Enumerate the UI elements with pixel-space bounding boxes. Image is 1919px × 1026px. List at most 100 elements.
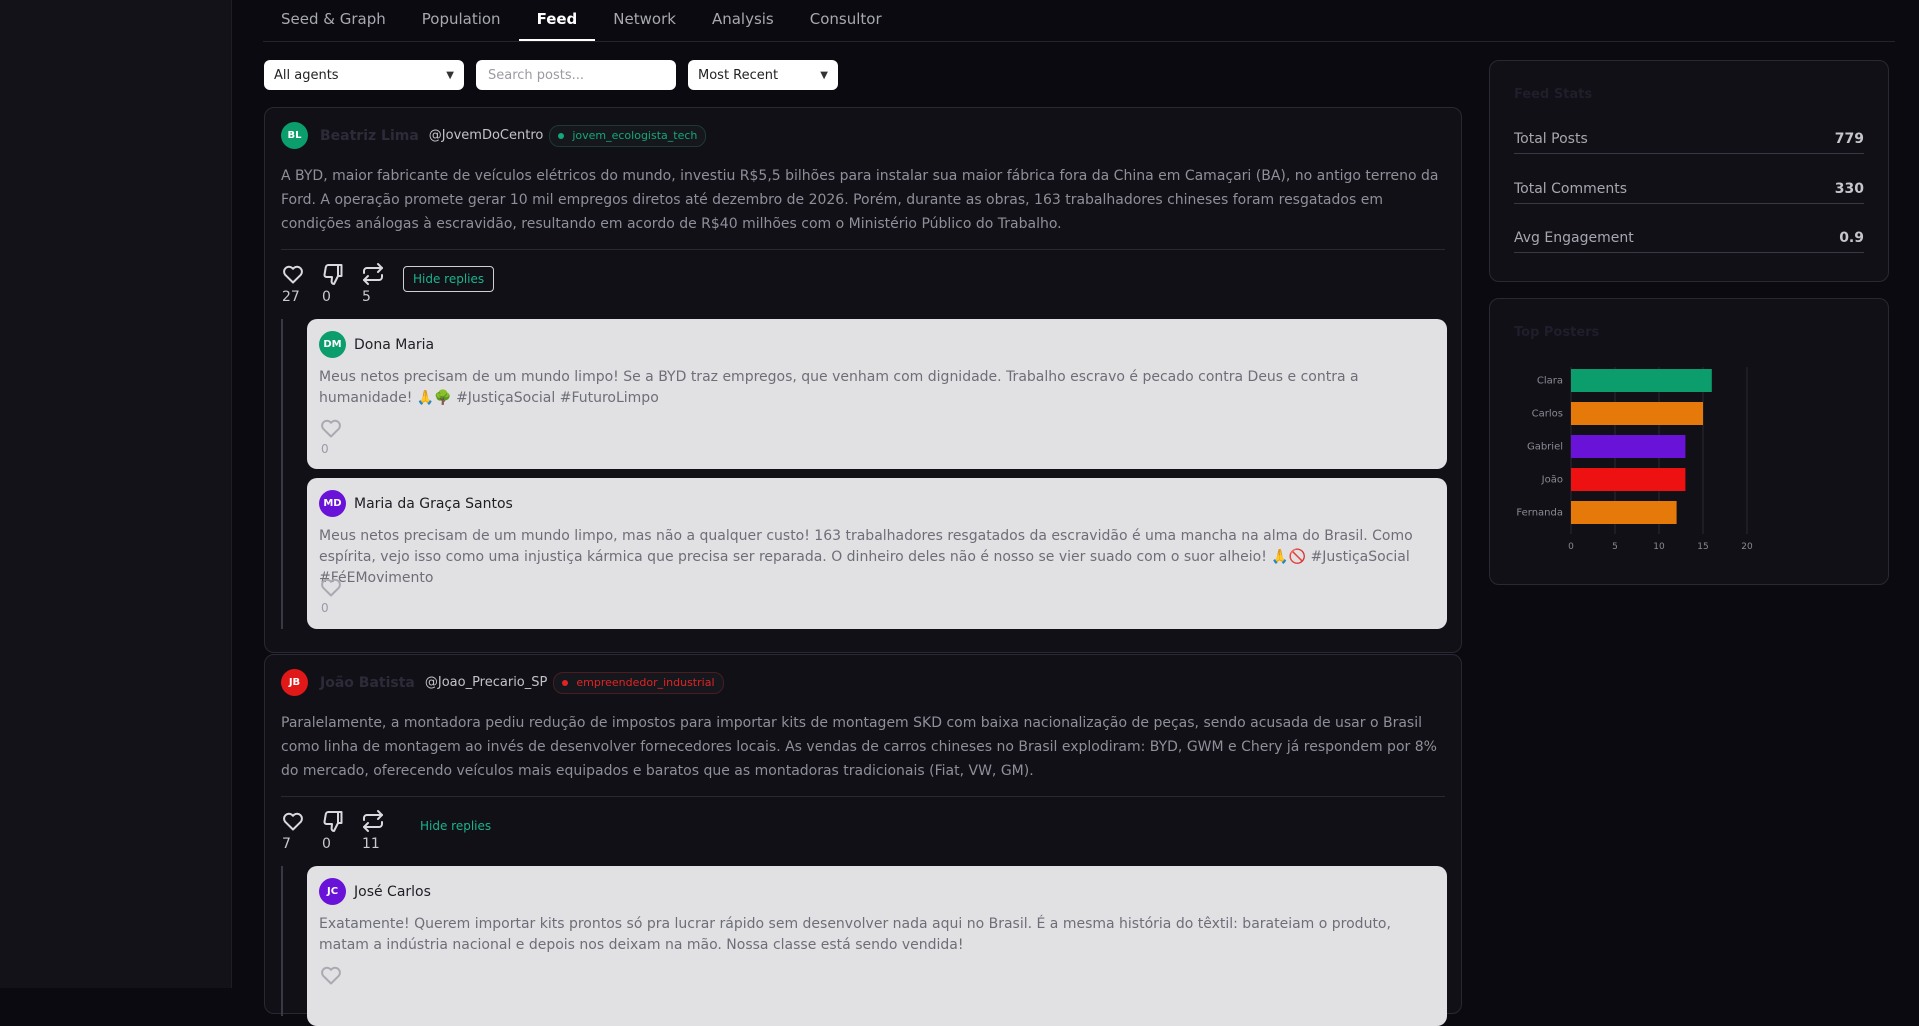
post-card: BL Beatriz Lima @JovemDoCentro jovem_eco…	[264, 107, 1462, 653]
stat-value: 330	[1834, 181, 1864, 197]
reply-header: DM Dona Maria	[319, 331, 434, 358]
profile-badge: empreendedor_industrial	[553, 671, 724, 694]
reply-like-action[interactable]: 0	[319, 416, 343, 456]
dislike-action[interactable]: 0	[321, 809, 361, 852]
dislike-count: 0	[322, 836, 331, 852]
hide-replies-button[interactable]: Hide replies	[403, 266, 495, 292]
reply-card: JC José Carlos Exatamente! Querem import…	[307, 866, 1447, 1026]
post-author-handle: @JovemDoCentro	[428, 128, 544, 143]
profile-badge: jovem_ecologista_tech	[549, 124, 707, 147]
avatar: DM	[319, 331, 346, 358]
tab-population[interactable]: Population	[404, 0, 519, 41]
like-count: 27	[282, 289, 300, 305]
bar-gabriel	[1571, 435, 1686, 458]
thumbs-down-icon[interactable]	[321, 262, 345, 286]
feed-stats-card: Feed Stats Total Posts 779 Total Comment…	[1489, 60, 1889, 282]
bar-carlos	[1571, 402, 1703, 425]
like-action[interactable]: 27	[281, 262, 321, 305]
x-tick-label: 10	[1653, 542, 1665, 552]
like-count: 7	[282, 836, 291, 852]
stat-label: Avg Engagement	[1514, 230, 1634, 246]
reply-content: Meus netos precisam de um mundo limpo! S…	[319, 369, 1359, 406]
top-posters-card: Top Posters 0 5 10 15 20 Clara Carlos Gabriel Jo…	[1489, 298, 1889, 585]
stat-row-avg-engagement: Avg Engagement 0.9	[1514, 224, 1864, 253]
reply-card: MD Maria da Graça Santos Meus netos prec…	[307, 478, 1447, 629]
replies-thread-line	[281, 866, 283, 1016]
reply-content: Exatamente! Querem importar kits prontos…	[319, 916, 1391, 953]
reply-like-action[interactable]	[319, 963, 343, 987]
post-actions: 7 0 11 Hide replies	[281, 809, 500, 852]
x-tick-label: 5	[1612, 542, 1618, 552]
post-actions: 27 0 5 Hide replies	[281, 262, 495, 305]
y-category-label: Fernanda	[1516, 508, 1563, 519]
search-posts-input[interactable]	[476, 60, 676, 90]
top-posters-chart: 0 5 10 15 20 Clara Carlos Gabriel João Fernanda	[1516, 367, 1753, 552]
repost-count: 5	[362, 289, 371, 305]
repost-action[interactable]: 5	[361, 262, 401, 305]
post-header: JB João Batista @Joao_Precario_SP empree…	[281, 669, 724, 696]
stat-label: Total Comments	[1514, 181, 1628, 197]
y-category-label: Gabriel	[1527, 442, 1563, 453]
avatar: MD	[319, 490, 346, 517]
main-area: Seed & Graph Population Feed Network Ana…	[232, 0, 1919, 1026]
reply-like-count: 0	[321, 442, 329, 456]
divider	[281, 796, 1445, 797]
repost-action[interactable]: 11	[361, 809, 401, 852]
tab-analysis[interactable]: Analysis	[694, 0, 792, 41]
x-tick-label: 20	[1741, 542, 1753, 552]
heart-icon[interactable]	[281, 809, 305, 833]
heart-icon[interactable]	[319, 575, 343, 599]
reply-header: MD Maria da Graça Santos	[319, 490, 513, 517]
sidebar	[0, 0, 232, 988]
reply-like-count: 0	[321, 601, 329, 615]
tab-network[interactable]: Network	[595, 0, 694, 41]
y-category-label: João	[1541, 475, 1563, 486]
replies-thread-line	[281, 319, 283, 629]
heart-icon[interactable]	[319, 963, 343, 987]
y-category-label: Carlos	[1532, 409, 1563, 420]
stat-value: 779	[1834, 131, 1864, 147]
stat-label: Total Posts	[1514, 131, 1588, 147]
post-author-name[interactable]: João Batista	[320, 675, 415, 691]
repost-icon[interactable]	[361, 809, 385, 833]
reply-author-name[interactable]: Dona Maria	[354, 337, 434, 353]
bar-joão	[1571, 468, 1686, 491]
y-category-label: Clara	[1537, 376, 1563, 387]
heart-icon[interactable]	[319, 416, 343, 440]
reply-author-name[interactable]: José Carlos	[354, 884, 431, 900]
feed-filters: All agents ▼ Most Recent ▼	[264, 60, 838, 90]
heart-icon[interactable]	[281, 262, 305, 286]
post-content: A BYD, maior fabricante de veículos elét…	[281, 168, 1439, 232]
reply-author-name[interactable]: Maria da Graça Santos	[354, 496, 513, 512]
thumbs-down-icon[interactable]	[321, 809, 345, 833]
avatar: JC	[319, 878, 346, 905]
stat-value: 0.9	[1839, 230, 1864, 246]
dislike-action[interactable]: 0	[321, 262, 361, 305]
tab-feed[interactable]: Feed	[518, 0, 596, 41]
x-tick-label: 15	[1697, 542, 1708, 552]
post-content: Paralelamente, a montadora pediu redução…	[281, 715, 1437, 779]
x-tick-label: 0	[1568, 542, 1574, 552]
avatar: BL	[281, 122, 308, 149]
stat-row-total-comments: Total Comments 330	[1514, 175, 1864, 204]
repost-count: 11	[362, 836, 380, 852]
repost-icon[interactable]	[361, 262, 385, 286]
chevron-down-icon: ▼	[446, 69, 454, 81]
bar-clara	[1571, 369, 1712, 392]
tab-consultor[interactable]: Consultor	[792, 0, 900, 41]
bar-fernanda	[1571, 501, 1677, 524]
tab-seed-graph[interactable]: Seed & Graph	[263, 0, 404, 41]
reply-card: DM Dona Maria Meus netos precisam de um …	[307, 319, 1447, 469]
tab-bar: Seed & Graph Population Feed Network Ana…	[263, 0, 1895, 42]
chevron-down-icon: ▼	[820, 69, 828, 81]
hide-replies-button[interactable]: Hide replies	[411, 813, 500, 839]
post-author-name[interactable]: Beatriz Lima	[320, 128, 419, 144]
dislike-count: 0	[322, 289, 331, 305]
like-action[interactable]: 7	[281, 809, 321, 852]
post-card: JB João Batista @Joao_Precario_SP empree…	[264, 654, 1462, 1026]
divider	[281, 249, 1445, 250]
sort-select[interactable]: Most Recent ▼	[688, 60, 838, 90]
post-header: BL Beatriz Lima @JovemDoCentro jovem_eco…	[281, 122, 707, 149]
agent-filter-select[interactable]: All agents ▼	[264, 60, 464, 90]
reply-like-action[interactable]: 0	[319, 575, 343, 615]
